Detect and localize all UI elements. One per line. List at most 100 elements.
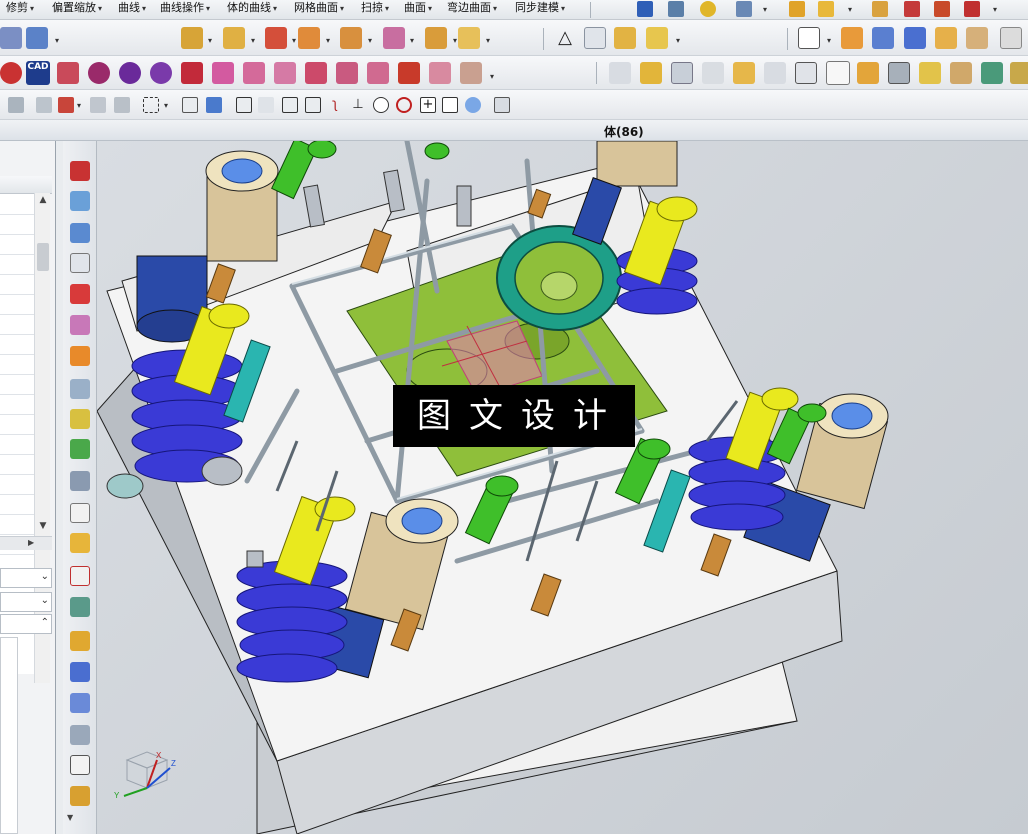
copy-box-icon[interactable] — [70, 503, 90, 523]
bodies-icon[interactable] — [70, 662, 90, 682]
list-item[interactable] — [0, 514, 36, 515]
list-item[interactable] — [0, 454, 36, 455]
triangle-icon[interactable]: △ — [554, 27, 576, 49]
select-body-icon[interactable] — [206, 97, 222, 113]
plane-sheet-icon[interactable] — [70, 379, 90, 399]
chevron-down-icon[interactable]: ▼ — [67, 813, 73, 822]
table-icon[interactable] — [584, 27, 606, 49]
gap-icon[interactable] — [70, 191, 90, 211]
transform-icon[interactable] — [70, 693, 90, 713]
cooling-icon[interactable] — [336, 62, 358, 84]
solid-face-icon[interactable] — [841, 27, 863, 49]
trim-sheet-icon[interactable] — [70, 409, 90, 429]
chevron-down-icon[interactable]: ▾ — [763, 5, 767, 14]
stairs-icon[interactable] — [1010, 62, 1028, 84]
menu-sweep[interactable]: 扫掠 ▾ — [361, 0, 389, 18]
distance-icon[interactable] — [609, 62, 631, 84]
horizontal-scrollbar[interactable]: ▶ — [0, 536, 52, 550]
select-filter-icon[interactable] — [58, 97, 74, 113]
spring-icon[interactable] — [736, 1, 752, 17]
torus-icon[interactable] — [700, 1, 716, 17]
graphics-viewport[interactable]: 图文设计 X Y Z — [97, 141, 1028, 834]
chevron-down-icon[interactable]: ▾ — [453, 36, 457, 45]
pocket-icon[interactable] — [398, 62, 420, 84]
insert-icon[interactable] — [305, 62, 327, 84]
studio-icon[interactable] — [966, 27, 988, 49]
face-analysis-icon[interactable] — [1000, 27, 1022, 49]
extrude-icon[interactable] — [26, 27, 48, 49]
pattern-face-icon[interactable] — [383, 27, 405, 49]
chevron-down-icon[interactable]: ▾ — [77, 101, 81, 110]
pen-icon[interactable] — [668, 1, 684, 17]
rotate-icon[interactable] — [90, 97, 106, 113]
chevron-up-icon[interactable]: ▲ — [37, 195, 49, 207]
chevron-down-icon[interactable]: ▼ — [37, 521, 49, 533]
curved-face-icon[interactable] — [70, 346, 90, 366]
select-face-icon[interactable] — [182, 97, 198, 113]
chevron-down-icon[interactable]: ▾ — [993, 5, 997, 14]
chevron-down-icon[interactable]: ▾ — [486, 36, 490, 45]
dependencies-panel-toggle[interactable]: ⌄ — [0, 592, 52, 612]
menu-curve-operation[interactable]: 曲线操作 ▾ — [160, 0, 210, 18]
rect-select-icon[interactable] — [143, 97, 159, 113]
ladder-icon[interactable] — [70, 786, 90, 806]
surface-patch-icon[interactable] — [70, 315, 90, 335]
shell-icon[interactable] — [70, 533, 90, 553]
spline-icon[interactable] — [964, 1, 980, 17]
make-coplanar-icon[interactable] — [458, 27, 480, 49]
list-item[interactable] — [0, 214, 36, 215]
circle-snap-icon[interactable] — [396, 97, 412, 113]
list-item[interactable] — [0, 254, 36, 255]
chevron-down-icon[interactable]: ▾ — [676, 36, 680, 45]
snap-point-icon[interactable] — [36, 97, 52, 113]
list-item[interactable] — [0, 554, 36, 555]
shaded-edges-icon[interactable] — [872, 27, 894, 49]
list-item[interactable] — [0, 314, 36, 315]
chevron-down-icon[interactable]: ▾ — [490, 72, 494, 81]
drawing-icon[interactable] — [460, 62, 482, 84]
menu-curves-from-body[interactable]: 体的曲线 ▾ — [227, 0, 277, 18]
check-icon[interactable] — [70, 439, 90, 459]
chevron-down-icon[interactable]: ▾ — [326, 36, 330, 45]
unite-icon[interactable] — [818, 1, 834, 17]
list-item[interactable] — [0, 534, 36, 535]
intersection-snap-icon[interactable]: + — [420, 97, 436, 113]
perpendicular-snap-icon[interactable]: ⊥ — [350, 97, 366, 113]
solid-red-icon[interactable] — [70, 284, 90, 304]
menu-mesh-surface[interactable]: 网格曲面 ▾ — [294, 0, 344, 18]
menu-synchronous-modeling[interactable]: 同步建模 ▾ — [515, 0, 565, 18]
center-snap-icon[interactable] — [373, 97, 389, 113]
endpoint-snap-icon[interactable] — [236, 97, 252, 113]
chevron-down-icon[interactable]: ▾ — [164, 101, 168, 110]
sprue-icon[interactable] — [119, 62, 141, 84]
measure-icon[interactable] — [70, 471, 90, 491]
curve-snap-icon[interactable]: ʅ — [327, 97, 343, 113]
draft-icon[interactable] — [70, 631, 90, 651]
bracket-icon[interactable] — [795, 62, 817, 84]
snap-icon[interactable] — [8, 97, 24, 113]
offset-face-icon[interactable] — [223, 27, 245, 49]
t-beam-icon[interactable] — [950, 62, 972, 84]
electrode-icon[interactable] — [367, 62, 389, 84]
cylinder-icon[interactable] — [637, 1, 653, 17]
chevron-right-icon[interactable]: ▶ — [28, 538, 34, 547]
chevron-down-icon[interactable]: ▾ — [368, 36, 372, 45]
list-icon[interactable] — [888, 62, 910, 84]
chevron-down-icon[interactable]: ▾ — [827, 36, 831, 45]
split-icon[interactable] — [70, 223, 90, 243]
curve-trim-icon[interactable] — [904, 1, 920, 17]
list-item[interactable] — [0, 434, 36, 435]
pan-icon[interactable] — [114, 97, 130, 113]
arc-icon[interactable] — [934, 1, 950, 17]
list-item[interactable] — [0, 274, 36, 275]
list-item[interactable] — [0, 234, 36, 235]
blocks-icon[interactable] — [789, 1, 805, 17]
tools-icon[interactable] — [826, 61, 850, 85]
quadrant-snap-icon[interactable] — [465, 97, 481, 113]
list-item[interactable] — [0, 474, 36, 475]
line-snap-icon[interactable] — [282, 97, 298, 113]
sketch-grid-icon[interactable] — [614, 27, 636, 49]
resize-blend-icon[interactable] — [340, 27, 362, 49]
diagonal-snap-icon[interactable] — [305, 97, 321, 113]
chevron-down-icon[interactable]: ▾ — [55, 36, 59, 45]
